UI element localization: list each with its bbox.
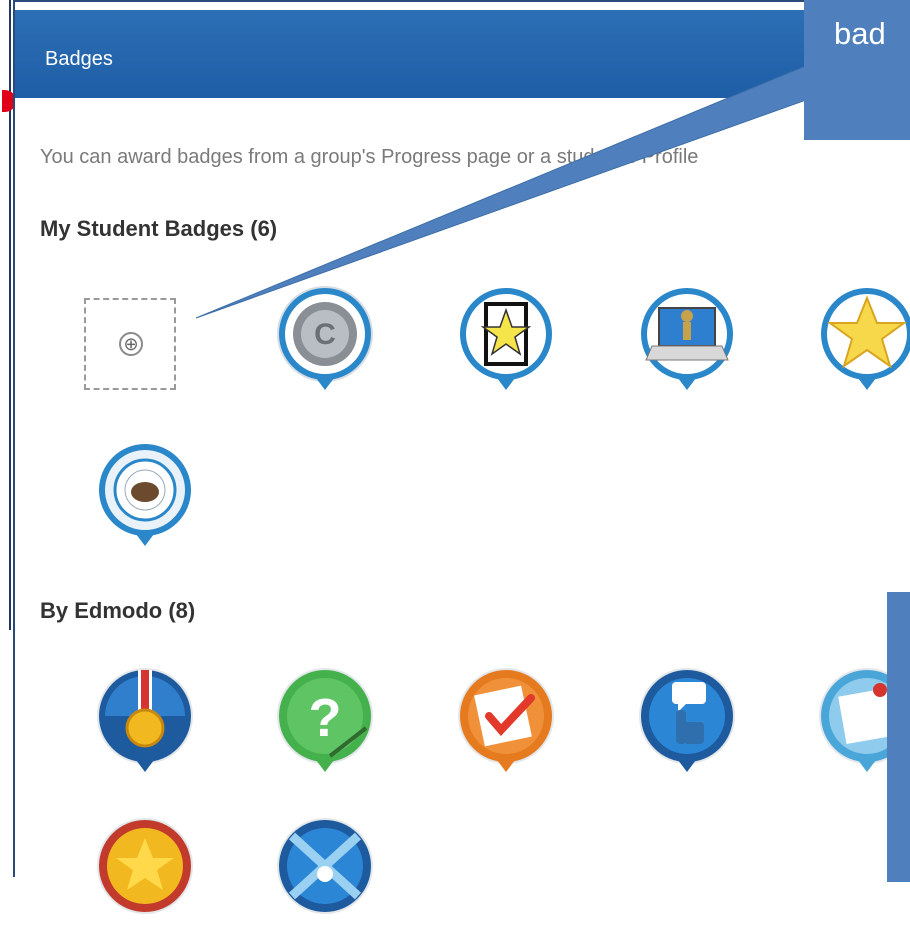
callout-box: bad [804, 0, 910, 140]
add-badge-button[interactable]: ⊕ [84, 298, 176, 390]
svg-text:C: C [314, 318, 336, 351]
gold-star-badge[interactable] [90, 818, 200, 936]
section-heading-by-edmodo: By Edmodo (8) [40, 598, 196, 623]
montana-badge[interactable] [90, 442, 200, 560]
copyright-badge[interactable]: C [270, 286, 380, 404]
intro-text: You can award badges from a group's Prog… [40, 146, 699, 168]
star-icon [821, 288, 910, 390]
side-callout-box [887, 592, 910, 882]
gold-star-icon [97, 818, 193, 914]
copyright-icon: C [277, 286, 373, 390]
medal-badge[interactable] [90, 668, 200, 786]
section-heading-my-student-badges: My Student Badges (6) [40, 216, 278, 241]
star-frame-badge[interactable] [451, 286, 561, 404]
montana-seal-icon [99, 444, 191, 546]
checklist-icon [458, 668, 554, 772]
question-badge[interactable]: ? [270, 668, 380, 786]
panel-header: Badges [15, 10, 910, 98]
add-icon: ⊕ [119, 332, 143, 356]
question-icon: ? [277, 668, 373, 772]
speech-hand-badge[interactable] [632, 668, 742, 786]
laptop-figure-badge[interactable] [632, 286, 742, 404]
callout-text: bad [834, 16, 886, 51]
panel-title: Badges [45, 48, 113, 70]
laptop-figure-icon [641, 288, 733, 390]
star-badge[interactable] [812, 286, 910, 404]
speech-hand-icon [639, 668, 735, 772]
star-frame-icon [460, 288, 552, 390]
medal-icon [97, 668, 193, 772]
checklist-badge[interactable] [451, 668, 561, 786]
crossed-badge[interactable] [270, 818, 380, 936]
crossed-icon [277, 818, 373, 914]
svg-text:?: ? [309, 688, 342, 748]
